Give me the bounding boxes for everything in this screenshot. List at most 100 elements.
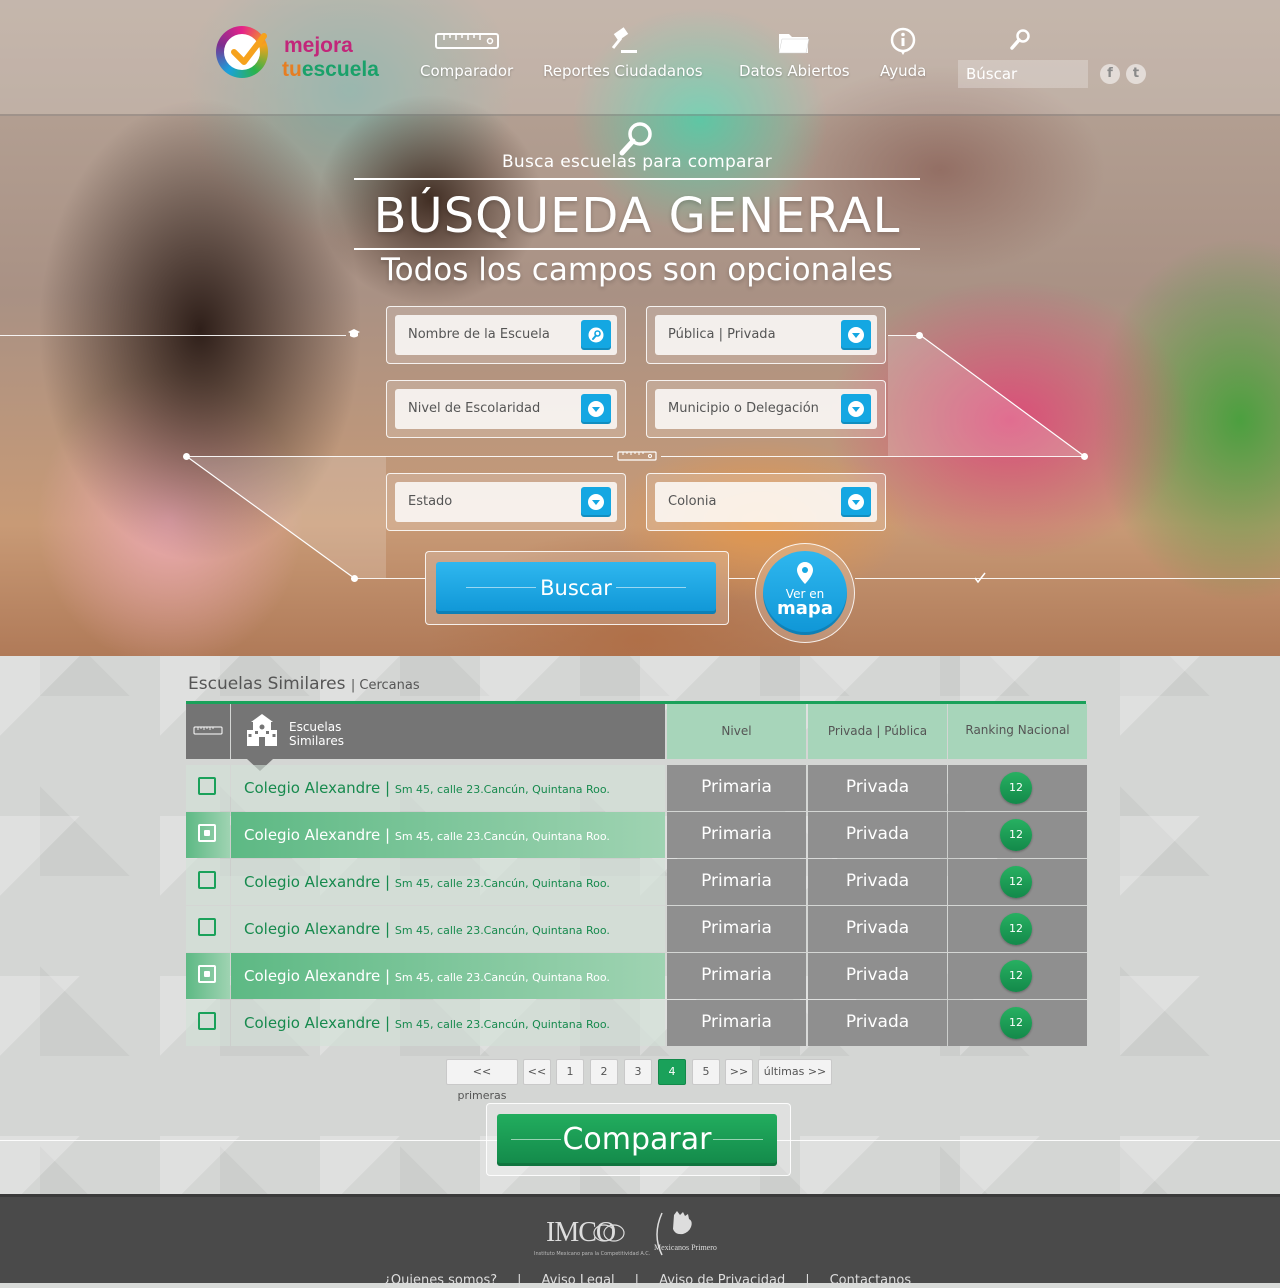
state-field-frame: Estado: [386, 473, 626, 531]
page-4-current[interactable]: 4: [658, 1059, 686, 1085]
school-building-icon: [247, 714, 277, 746]
table-row[interactable]: Colegio Alexandre | Sm 45, calle 23.Canc…: [186, 765, 1087, 813]
type-cell: Privada: [808, 859, 947, 905]
table-row[interactable]: Colegio Alexandre | Sm 45, calle 23.Canc…: [186, 812, 1087, 858]
dropdown-button[interactable]: [841, 394, 871, 424]
footer-link-about[interactable]: ¿Quienes somos?: [384, 1273, 497, 1288]
search-button-frame: Buscar: [425, 551, 729, 625]
ranking-cell: 12: [948, 812, 1087, 858]
school-name-link[interactable]: Colegio Alexandre | Sm 45, calle 23.Canc…: [244, 859, 610, 907]
public-private-select[interactable]: Pública | Privada: [655, 315, 877, 355]
chevron-down-icon: [588, 401, 604, 417]
municipality-select[interactable]: Municipio o Delegación: [655, 389, 877, 429]
school-name: Colegio Alexandre |: [244, 920, 391, 938]
table-row[interactable]: Colegio Alexandre | Sm 45, calle 23.Canc…: [186, 859, 1087, 905]
page-3[interactable]: 3: [624, 1059, 652, 1085]
ranking-badge: 12: [1000, 819, 1032, 851]
map-button-line2: mapa: [777, 598, 833, 619]
type-cell: Privada: [808, 953, 947, 999]
page-last[interactable]: últimas >>: [758, 1059, 832, 1085]
page-first[interactable]: << primeras: [446, 1059, 518, 1102]
compare-checkbox[interactable]: [198, 871, 216, 889]
ranking-cell: 12: [948, 1000, 1087, 1046]
ranking-badge: 12: [1000, 772, 1032, 804]
level-cell: Primaria: [667, 859, 806, 905]
school-name-cell: Colegio Alexandre | Sm 45, calle 23.Canc…: [231, 1000, 665, 1046]
school-name: Colegio Alexandre |: [244, 967, 391, 985]
school-address: Sm 45, calle 23.Cancún, Quintana Roo.: [394, 971, 610, 984]
school-name-link[interactable]: Colegio Alexandre | Sm 45, calle 23.Canc…: [244, 953, 610, 1001]
compare-checkbox[interactable]: [198, 824, 216, 842]
table-row[interactable]: Colegio Alexandre | Sm 45, calle 23.Canc…: [186, 953, 1087, 999]
dropdown-button[interactable]: [841, 487, 871, 517]
table-row[interactable]: Colegio Alexandre | Sm 45, calle 23.Canc…: [186, 1000, 1087, 1046]
school-address: Sm 45, calle 23.Cancún, Quintana Roo.: [394, 924, 610, 937]
dropdown-button[interactable]: [841, 320, 871, 350]
page-2[interactable]: 2: [590, 1059, 618, 1085]
view-map-button-inner[interactable]: Ver en mapa: [763, 551, 847, 635]
school-name: Colegio Alexandre |: [244, 779, 391, 797]
level-cell: Primaria: [667, 765, 806, 811]
chevron-down-icon: [848, 401, 864, 417]
compare-checkbox[interactable]: [198, 1012, 216, 1030]
neighborhood-field-frame: Colonia: [646, 473, 886, 531]
level-column-header[interactable]: Nivel: [667, 704, 806, 759]
compare-button[interactable]: Comparar: [497, 1114, 777, 1166]
school-name-link[interactable]: Colegio Alexandre | Sm 45, calle 23.Canc…: [244, 812, 610, 860]
results-title: Escuelas Similares | Cercanas: [188, 674, 420, 694]
imco-logo[interactable]: IMCO Instituto Mexicano para la Competit…: [534, 1211, 650, 1261]
school-name-link[interactable]: Colegio Alexandre | Sm 45, calle 23.Canc…: [244, 1000, 610, 1048]
search-icon: [588, 327, 604, 343]
school-name-cell: Colegio Alexandre | Sm 45, calle 23.Canc…: [231, 812, 665, 858]
school-name-cell: Colegio Alexandre | Sm 45, calle 23.Canc…: [231, 953, 665, 999]
school-search-button[interactable]: [581, 320, 611, 350]
view-map-button[interactable]: Ver en mapa: [755, 543, 855, 643]
decorative-line: [351, 578, 425, 579]
compare-checkbox[interactable]: [198, 918, 216, 936]
ranking-column-header[interactable]: Ranking Nacional: [948, 704, 1087, 759]
school-name-cell: Colegio Alexandre | Sm 45, calle 23.Canc…: [231, 859, 665, 905]
school-name-field-frame: Nombre de la Escuela: [386, 306, 626, 364]
type-cell: Privada: [808, 765, 947, 811]
dropdown-button[interactable]: [581, 487, 611, 517]
checkmark-icon: [231, 33, 267, 65]
dropdown-button[interactable]: [581, 394, 611, 424]
school-name: Colegio Alexandre |: [244, 1014, 391, 1032]
ranking-cell: 12: [948, 953, 1087, 999]
school-name-input[interactable]: Nombre de la Escuela: [395, 315, 617, 355]
page-next[interactable]: >>: [725, 1059, 753, 1085]
decorative-line: [729, 578, 755, 579]
connector-dot: [183, 453, 190, 460]
footer-link-privacy[interactable]: Aviso de Privacidad: [659, 1273, 785, 1288]
footer-link-contact[interactable]: Contactanos: [830, 1273, 912, 1288]
level-cell: Primaria: [667, 1000, 806, 1046]
state-select[interactable]: Estado: [395, 482, 617, 522]
page-prev[interactable]: <<: [523, 1059, 551, 1085]
connector-dot: [351, 575, 358, 582]
footer-links: ¿Quienes somos? | Aviso Legal | Aviso de Pri…: [384, 1273, 912, 1288]
footer-link-legal[interactable]: Aviso Legal: [542, 1273, 615, 1288]
municipality-field-frame: Municipio o Delegación: [646, 380, 886, 438]
school-level-select[interactable]: Nivel de Escolaridad: [395, 389, 617, 429]
compare-checkbox[interactable]: [198, 777, 216, 795]
type-column-header[interactable]: Privada | Pública: [808, 704, 947, 759]
level-cell: Primaria: [667, 906, 806, 952]
chevron-down-icon: [848, 494, 864, 510]
page-1[interactable]: 1: [556, 1059, 584, 1085]
mexicanos-primero-logo[interactable]: Mexicanos Primero: [650, 1207, 717, 1263]
school-name-link[interactable]: Colegio Alexandre | Sm 45, calle 23.Canc…: [244, 765, 610, 813]
school-name-cell: Colegio Alexandre | Sm 45, calle 23.Canc…: [231, 906, 665, 952]
ranking-badge: 12: [1000, 866, 1032, 898]
ranking-cell: 12: [948, 765, 1087, 811]
search-button[interactable]: Buscar: [436, 562, 716, 614]
school-name-link[interactable]: Colegio Alexandre | Sm 45, calle 23.Canc…: [244, 906, 610, 954]
level-cell: Primaria: [667, 953, 806, 999]
chevron-down-icon: [848, 327, 864, 343]
school-address: Sm 45, calle 23.Cancún, Quintana Roo.: [394, 830, 610, 843]
page-5[interactable]: 5: [692, 1059, 720, 1085]
compare-checkbox[interactable]: [198, 965, 216, 983]
checkbox-cell: [186, 765, 230, 811]
neighborhood-select[interactable]: Colonia: [655, 482, 877, 522]
table-row[interactable]: Colegio Alexandre | Sm 45, calle 23.Canc…: [186, 906, 1087, 952]
ranking-cell: 12: [948, 859, 1087, 905]
